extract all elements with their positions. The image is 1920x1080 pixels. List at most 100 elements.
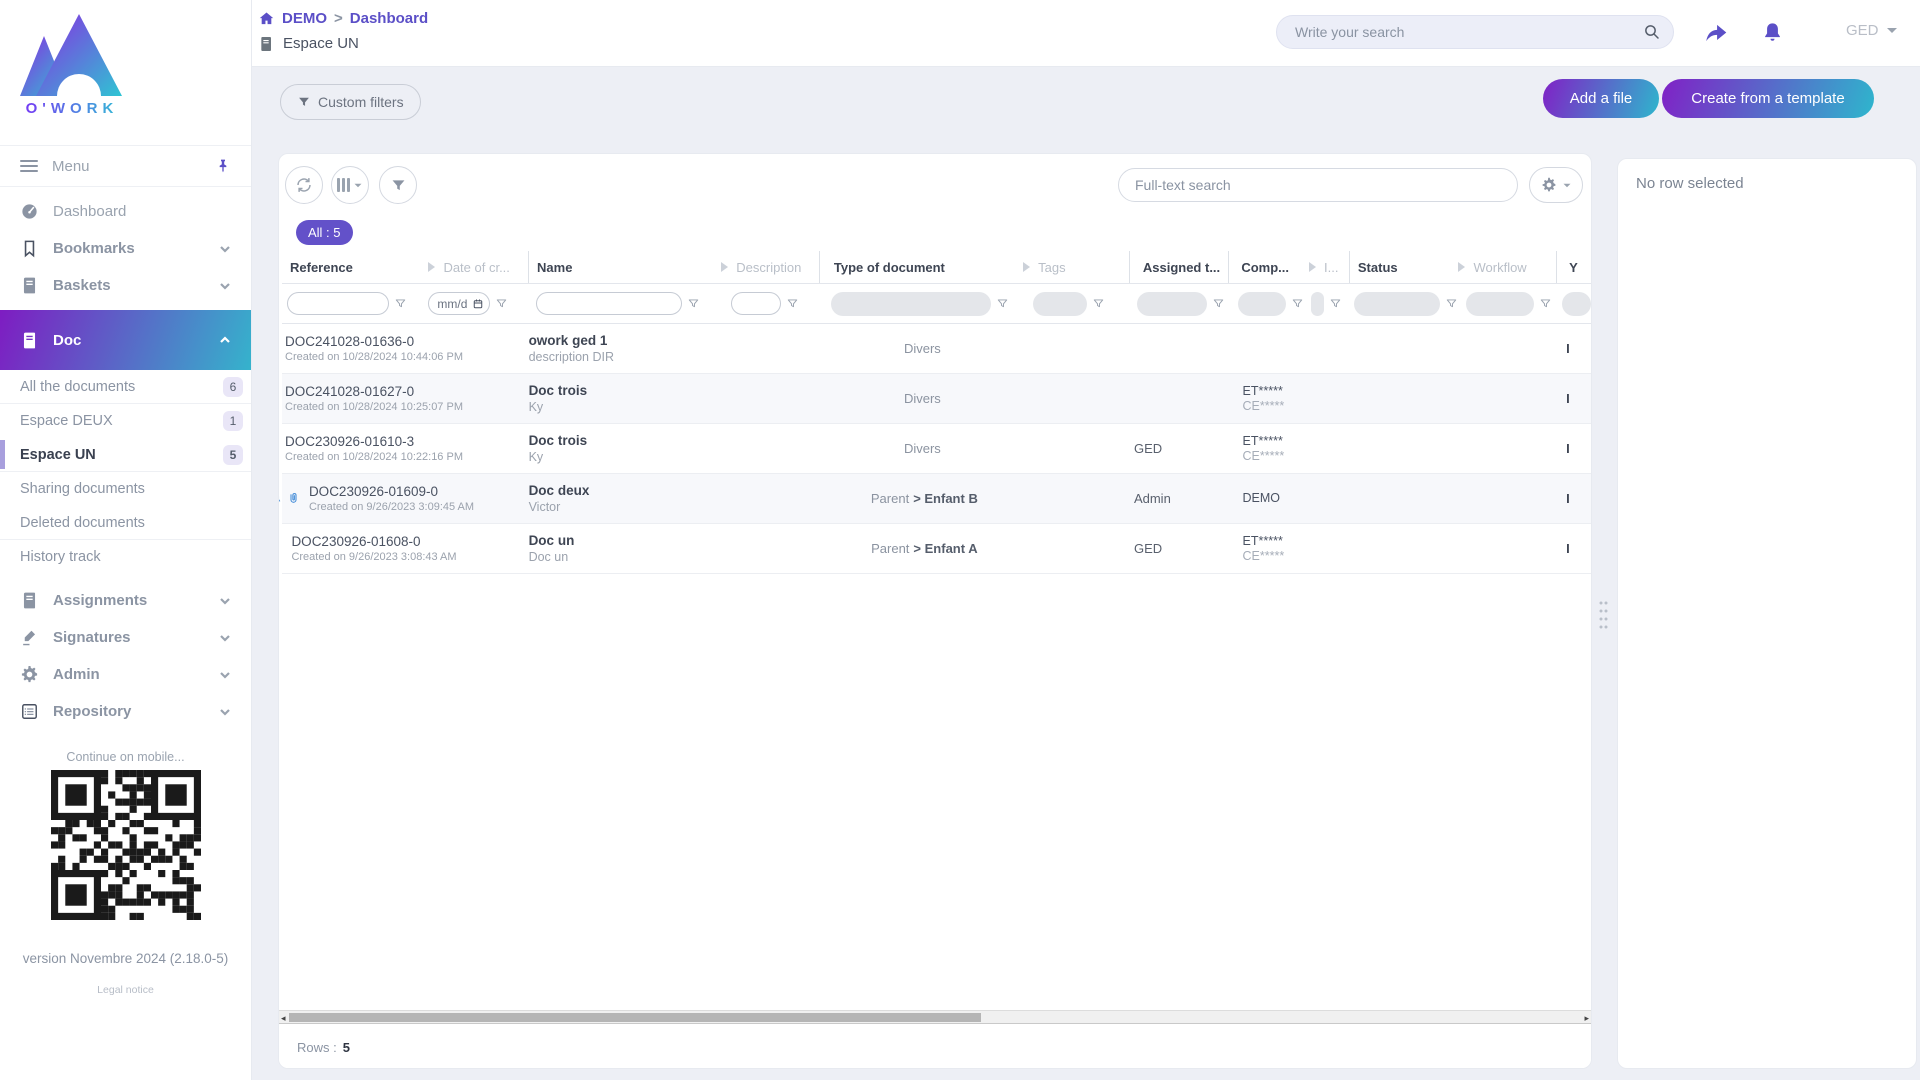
search-icon[interactable] xyxy=(1643,23,1661,41)
sidebar-item-signatures[interactable]: Signatures xyxy=(0,619,251,656)
i-filter-disabled xyxy=(1311,292,1324,316)
sort-arrow-icon xyxy=(721,262,728,272)
topbar: DEMO > Dashboard Espace UN GED xyxy=(252,0,1920,67)
column-header-reference[interactable]: Reference xyxy=(282,251,428,283)
funnel-dropdown-icon[interactable] xyxy=(394,297,407,310)
menu-toggle[interactable]: Menu xyxy=(0,145,251,187)
scrollbar-thumb[interactable] xyxy=(289,1013,981,1022)
legal-notice-link[interactable]: Legal notice xyxy=(0,984,251,996)
all-filter-chip[interactable]: All : 5 xyxy=(296,220,353,245)
horizontal-scrollbar[interactable]: ◂ ▸ xyxy=(279,1010,1591,1024)
share-icon[interactable] xyxy=(1702,20,1730,46)
tags-filter-disabled xyxy=(1033,292,1087,316)
sidebar-item-repository[interactable]: Repository xyxy=(0,693,251,730)
gear-icon xyxy=(20,665,39,684)
column-header-tags[interactable]: Tags xyxy=(1023,251,1129,283)
column-header-assigned[interactable]: Assigned t... xyxy=(1129,251,1229,283)
sidebar-item-espace-un[interactable]: Espace UN 5 xyxy=(0,438,251,472)
version-label: version Novembre 2024 (2.18.0-5) xyxy=(0,951,251,966)
sidebar-item-espace-deux[interactable]: Espace DEUX 1 xyxy=(0,404,251,438)
sidebar-item-deleted-documents[interactable]: Deleted documents xyxy=(0,506,251,540)
table-row[interactable]: DOC230926-01609-0 Created on 9/26/2023 3… xyxy=(282,474,1591,524)
document-subtitle: Ky xyxy=(529,400,722,414)
column-header-company[interactable]: Comp... xyxy=(1228,251,1309,283)
fulltext-search-input[interactable] xyxy=(1118,168,1518,202)
column-header-i[interactable]: I... xyxy=(1309,251,1349,283)
column-header-workflow[interactable]: Workflow xyxy=(1458,251,1556,283)
funnel-dropdown-icon[interactable] xyxy=(1092,297,1105,310)
gauge-icon xyxy=(20,202,39,221)
home-icon[interactable] xyxy=(258,10,275,27)
sort-arrow-icon xyxy=(1023,262,1030,272)
sidebar-item-admin[interactable]: Admin xyxy=(0,656,251,693)
name-filter-input[interactable] xyxy=(536,292,682,315)
sidebar-item-doc[interactable]: Doc xyxy=(0,310,251,370)
refresh-button[interactable] xyxy=(285,166,323,204)
custom-filters-button[interactable]: Custom filters xyxy=(280,84,421,120)
create-from-template-button[interactable]: Create from a template xyxy=(1662,79,1874,118)
funnel-dropdown-icon[interactable] xyxy=(996,297,1009,310)
funnel-dropdown-icon[interactable] xyxy=(1212,297,1225,310)
funnel-dropdown-icon[interactable] xyxy=(1539,297,1552,310)
column-header-name[interactable]: Name xyxy=(528,251,721,283)
table-row[interactable]: DOC230926-01608-0 Created on 9/26/2023 3… xyxy=(282,524,1591,574)
type-filter-disabled xyxy=(831,292,991,316)
profile-menu[interactable]: GED xyxy=(1846,22,1897,39)
table-settings-button[interactable] xyxy=(1529,167,1583,203)
chevron-down-icon xyxy=(219,595,231,607)
sidebar-item-bookmarks[interactable]: Bookmarks xyxy=(0,230,251,267)
calendar-icon[interactable] xyxy=(472,298,484,310)
funnel-dropdown-icon[interactable] xyxy=(1329,297,1342,310)
sidebar-item-sharing-documents[interactable]: Sharing documents xyxy=(0,472,251,506)
add-file-button[interactable]: Add a file xyxy=(1543,79,1659,118)
column-header-y[interactable]: Y xyxy=(1556,251,1591,283)
clipped-cell-text: I xyxy=(1556,391,1591,406)
funnel-dropdown-icon[interactable] xyxy=(1445,297,1458,310)
sidebar-item-history-track[interactable]: History track xyxy=(0,540,251,574)
sidebar-item-label: Dashboard xyxy=(53,203,231,220)
y-filter-disabled xyxy=(1562,292,1591,316)
table-row[interactable]: DOC241028-01636-0 Created on 10/28/2024 … xyxy=(282,324,1591,374)
clipped-cell-text: I xyxy=(1556,441,1591,456)
panel-resize-handle[interactable] xyxy=(1597,597,1609,637)
pin-icon[interactable] xyxy=(215,158,231,174)
description-filter-input[interactable] xyxy=(731,292,781,315)
table-filter-row xyxy=(282,284,1591,324)
status-filter-disabled xyxy=(1354,292,1440,316)
reference-filter-input[interactable] xyxy=(287,292,389,315)
column-header-status[interactable]: Status xyxy=(1349,251,1459,283)
sidebar-item-baskets[interactable]: Baskets xyxy=(0,267,251,304)
rows-count: 5 xyxy=(343,1040,350,1055)
sidebar-item-assignments[interactable]: Assignments xyxy=(0,582,251,619)
breadcrumb-root[interactable]: DEMO xyxy=(282,10,327,27)
column-header-description[interactable]: Description xyxy=(721,251,819,283)
funnel-dropdown-icon[interactable] xyxy=(687,297,700,310)
columns-button[interactable] xyxy=(331,166,369,204)
scroll-left-arrow[interactable]: ◂ xyxy=(281,1013,286,1023)
document-name: Doc trois xyxy=(529,383,722,398)
scroll-right-arrow[interactable]: ▸ xyxy=(1584,1013,1589,1023)
chevron-down-icon xyxy=(219,632,231,644)
funnel-dropdown-icon[interactable] xyxy=(786,297,799,310)
document-type: Parent xyxy=(871,491,909,506)
column-header-date[interactable]: Date of cr... xyxy=(428,251,528,283)
document-company: ET***** xyxy=(1243,384,1310,398)
table-row[interactable]: DOC241028-01627-0 Created on 10/28/2024 … xyxy=(282,374,1591,424)
document-assigned xyxy=(1129,324,1229,373)
book-icon xyxy=(20,331,39,350)
breadcrumb-current[interactable]: Dashboard xyxy=(350,10,428,27)
document-company: DEMO xyxy=(1243,491,1310,505)
filter-button[interactable] xyxy=(379,166,417,204)
funnel-dropdown-icon[interactable] xyxy=(495,297,508,310)
gear-icon xyxy=(1541,177,1557,193)
table-row[interactable]: DOC230926-01610-3 Created on 10/28/2024 … xyxy=(282,424,1591,474)
caret-down-icon xyxy=(1563,183,1570,187)
global-search-input[interactable] xyxy=(1295,24,1643,40)
bell-icon[interactable] xyxy=(1760,20,1785,46)
column-header-type[interactable]: Type of document xyxy=(819,251,1023,283)
sidebar-item-all-documents[interactable]: All the documents 6 xyxy=(0,370,251,404)
global-search xyxy=(1276,15,1674,49)
sidebar-item-dashboard[interactable]: Dashboard xyxy=(0,193,251,230)
funnel-dropdown-icon[interactable] xyxy=(1291,297,1304,310)
count-badge: 5 xyxy=(223,445,243,465)
